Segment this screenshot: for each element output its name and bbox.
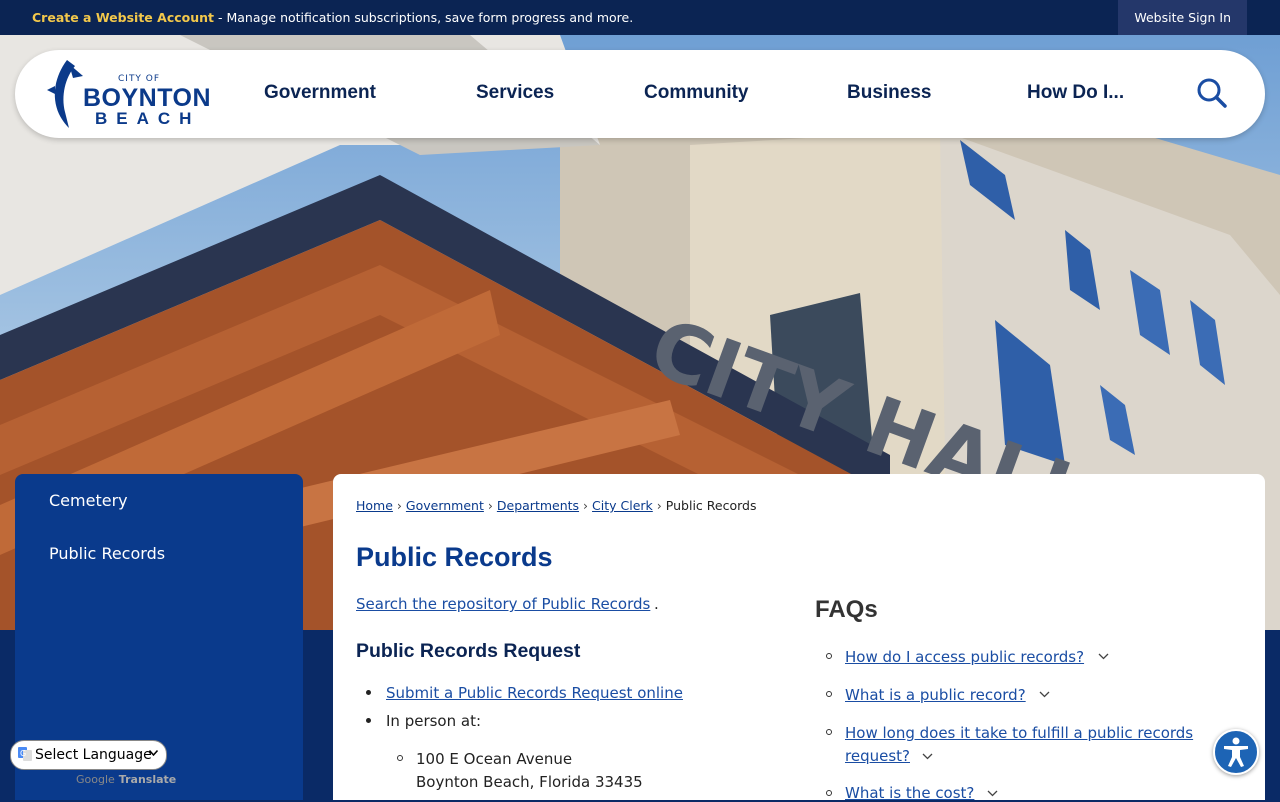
sidebar-item-public-records[interactable]: Public Records <box>49 544 165 563</box>
page-title: Public Records <box>356 542 553 572</box>
chevron-down-icon[interactable] <box>1098 653 1109 660</box>
logo-beach: BEACH <box>95 109 201 128</box>
nav-how-do-i[interactable]: How Do I... <box>1027 50 1124 138</box>
breadcrumb-home[interactable]: Home <box>356 498 393 513</box>
address-line-1: 100 E Ocean Avenue <box>416 750 573 768</box>
faq-what-is-cost[interactable]: What is the cost? <box>845 784 974 802</box>
svg-text:G: G <box>20 749 26 758</box>
breadcrumb-separator: › <box>656 498 662 513</box>
language-select[interactable]: G Select Language <box>10 740 167 770</box>
chevron-down-icon[interactable] <box>1039 691 1050 698</box>
list-bullet <box>366 690 371 695</box>
list-bullet <box>826 653 832 659</box>
chevron-down-icon[interactable] <box>987 790 998 797</box>
main-content: Home › Government › Departments › City Clerk › P… <box>333 474 1265 802</box>
google-translate-icon: G <box>18 747 32 761</box>
chevron-down-icon[interactable] <box>922 753 933 760</box>
breadcrumb: Home › Government › Departments › City Clerk › P… <box>356 498 756 513</box>
search-repository-link[interactable]: Search the repository of Public Records <box>356 595 650 613</box>
search-link-period: . <box>654 595 659 613</box>
list-bullet <box>366 718 371 723</box>
address-line-2: Boynton Beach, Florida 33435 <box>416 773 643 791</box>
account-description: - Manage notification subscriptions, sav… <box>214 10 634 25</box>
list-bullet <box>826 729 832 735</box>
nav-community[interactable]: Community <box>644 50 749 138</box>
faq-how-long-fulfill[interactable]: How long does it take to fulfill a publi… <box>845 724 1193 742</box>
nav-services[interactable]: Services <box>476 50 554 138</box>
city-logo[interactable]: CITY OF BOYNTON BEACH <box>45 56 211 132</box>
accessibility-icon[interactable] <box>1213 729 1259 775</box>
create-account-link[interactable]: Create a Website Account <box>32 10 214 25</box>
site-header: CITY OF BOYNTON BEACH Government Service… <box>15 50 1265 138</box>
website-sign-in-button[interactable]: Website Sign In <box>1118 0 1247 35</box>
breadcrumb-separator: › <box>396 498 402 513</box>
in-person-label: In person at: <box>386 712 482 730</box>
list-bullet <box>397 755 403 761</box>
google-label: Google <box>76 773 115 786</box>
list-bullet <box>826 691 832 697</box>
faq-access-public-records[interactable]: How do I access public records? <box>845 648 1084 666</box>
account-message: Create a Website Account - Manage notifi… <box>32 10 633 25</box>
logo-city-of: CITY OF <box>118 74 161 84</box>
sidebar-item-cemetery[interactable]: Cemetery <box>49 491 128 510</box>
breadcrumb-current: Public Records <box>665 498 757 513</box>
list-bullet <box>826 790 832 796</box>
public-records-request-heading: Public Records Request <box>356 640 581 662</box>
submit-request-online-link[interactable]: Submit a Public Records Request online <box>386 684 683 702</box>
chevron-down-icon <box>149 750 158 756</box>
faq-how-long-fulfill-continued[interactable]: request? <box>845 747 910 765</box>
powered-by-google: Google Translate <box>76 773 176 786</box>
search-icon[interactable] <box>1196 77 1228 109</box>
top-notification-bar: Create a Website Account - Manage notifi… <box>0 0 1280 35</box>
faqs-heading: FAQs <box>815 596 878 623</box>
breadcrumb-separator: › <box>487 498 493 513</box>
nav-business[interactable]: Business <box>847 50 931 138</box>
breadcrumb-city-clerk[interactable]: City Clerk <box>592 498 653 513</box>
select-language-label: Select Language <box>35 747 152 763</box>
breadcrumb-departments[interactable]: Departments <box>497 498 579 513</box>
breadcrumb-government[interactable]: Government <box>406 498 484 513</box>
translate-link[interactable]: Translate <box>119 773 176 786</box>
nav-government[interactable]: Government <box>264 50 376 138</box>
faq-what-is-public-record[interactable]: What is a public record? <box>845 686 1026 704</box>
breadcrumb-separator: › <box>583 498 589 513</box>
